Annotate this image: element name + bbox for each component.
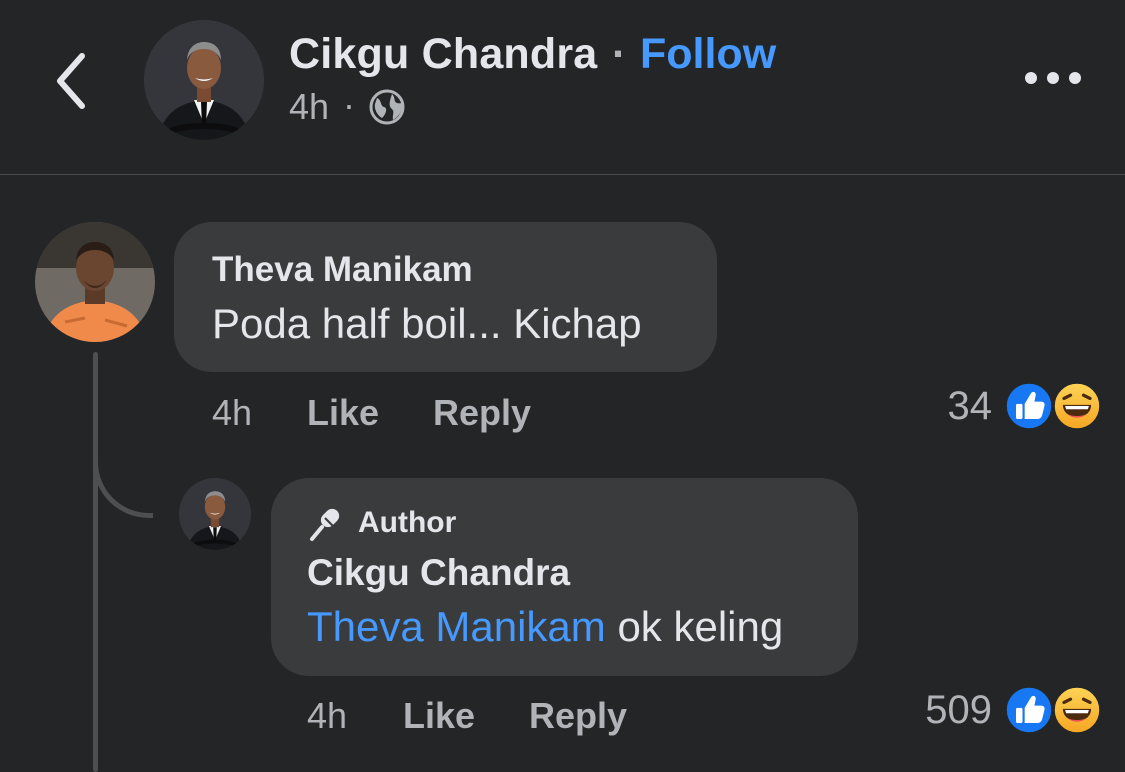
mention-link[interactable]: Theva Manikam [307, 603, 606, 650]
thread-line [93, 352, 98, 772]
header-divider [0, 174, 1125, 175]
comment-like-button[interactable]: Like [307, 392, 379, 434]
reply-reactions[interactable] [1003, 684, 1103, 736]
haha-reaction-icon [1051, 684, 1103, 736]
post-timestamp[interactable]: 4h [289, 86, 329, 128]
comment-reaction-count[interactable]: 34 [882, 384, 993, 429]
reply-like-button[interactable]: Like [403, 695, 475, 737]
microphone-icon [310, 508, 340, 541]
name-separator: · [612, 30, 627, 78]
like-reaction-icon [1003, 380, 1055, 432]
reply-timestamp[interactable]: 4h [307, 695, 347, 737]
post-author-name[interactable]: Cikgu Chandra [289, 30, 597, 79]
like-reaction-icon [1003, 684, 1055, 736]
more-options-icon[interactable] [1020, 60, 1086, 96]
reply-message: ok keling [605, 603, 784, 650]
post-header: Cikgu Chandra · Follow 4h · [0, 0, 1125, 174]
reply-reply-button[interactable]: Reply [529, 695, 627, 737]
back-chevron-icon[interactable] [48, 46, 98, 116]
thread-connector [93, 448, 153, 518]
post-author-avatar[interactable] [144, 20, 264, 140]
reply-reaction-count[interactable]: 509 [882, 688, 992, 733]
comment-text: Poda half boil... Kichap [212, 300, 642, 347]
commenter-avatar[interactable] [35, 222, 155, 342]
reply-text: Theva Manikam ok keling [307, 603, 783, 651]
reply-author-avatar[interactable] [179, 478, 251, 550]
comment-bubble [174, 222, 717, 372]
reply-author-name[interactable]: Cikgu Chandra [307, 552, 570, 594]
follow-button[interactable]: Follow [640, 30, 776, 79]
comment-author-name[interactable]: Theva Manikam [212, 250, 473, 290]
haha-reaction-icon [1051, 380, 1103, 432]
meta-separator: · [343, 84, 355, 125]
comment-reply-button[interactable]: Reply [433, 392, 531, 434]
comment-timestamp[interactable]: 4h [212, 392, 252, 434]
author-badge: Author [358, 506, 457, 539]
comment-reactions[interactable] [1003, 380, 1103, 432]
globe-icon [369, 89, 405, 125]
